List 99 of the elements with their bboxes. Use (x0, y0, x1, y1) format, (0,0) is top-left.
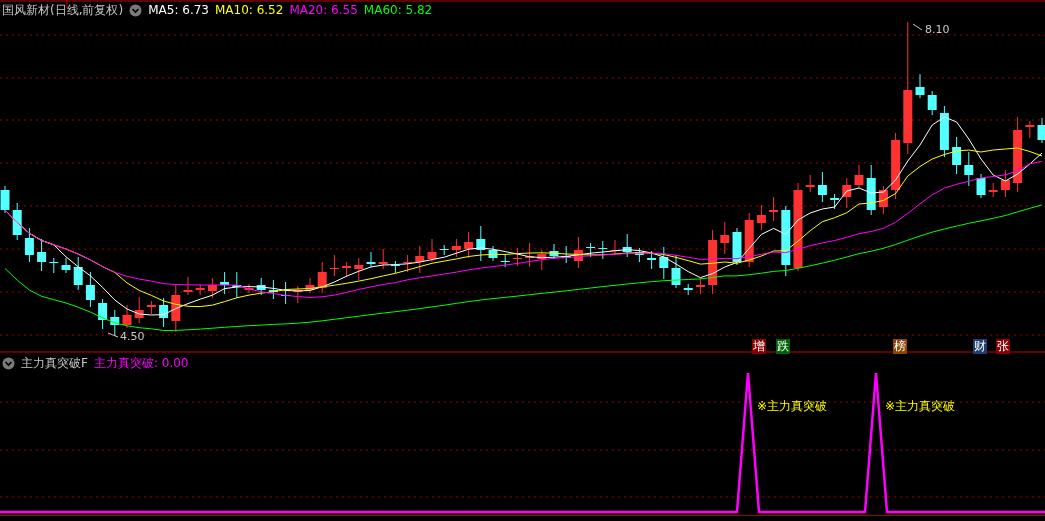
candlestick (817, 171, 827, 203)
moving-average-legend: MA20: 6.55 (289, 3, 358, 17)
candlestick (756, 204, 766, 231)
candlestick (403, 254, 413, 273)
candlestick (683, 283, 693, 296)
candlestick (952, 136, 962, 175)
candlestick (537, 249, 547, 271)
candlestick (830, 193, 840, 210)
signal-label: ※主力真突破 (757, 399, 828, 414)
candlestick (488, 245, 498, 262)
dropdown-icon[interactable] (129, 4, 142, 16)
candlestick (659, 246, 669, 280)
candlestick (805, 174, 815, 193)
candlestick (268, 279, 278, 300)
candlestick (622, 233, 632, 258)
candlestick (476, 225, 486, 262)
candlestick (671, 254, 681, 289)
candlestick (891, 132, 901, 200)
candlestick (939, 105, 949, 158)
candlestick (305, 277, 315, 294)
candlestick (98, 298, 108, 330)
candlestick (1025, 120, 1035, 139)
candlestick (378, 248, 388, 270)
candlestick (183, 276, 193, 296)
candlestick (110, 309, 120, 337)
candlestick (720, 221, 730, 255)
candlestick (134, 296, 144, 324)
candlestick (85, 271, 95, 308)
candlestick (415, 245, 425, 274)
candlestick (878, 185, 888, 215)
candlestick (317, 261, 327, 294)
candlestick (1000, 169, 1010, 198)
candlestick (549, 243, 559, 260)
candlestick (24, 227, 34, 263)
candlestick (634, 247, 644, 263)
indicator-title: 主力真突破F (21, 356, 88, 370)
candlestick (976, 173, 986, 199)
moving-average-legend: MA60: 5.82 (363, 3, 433, 17)
candlestick (12, 202, 22, 241)
candlestick (915, 73, 925, 99)
candlestick (232, 271, 242, 299)
candlestick (390, 260, 400, 274)
indicator-reading: 主力真突破: 0.00 (93, 356, 189, 370)
price-label: 4.50 (120, 331, 145, 343)
candlestick (695, 277, 705, 295)
candlestick (927, 90, 937, 116)
event-tag[interactable]: 增 (752, 339, 766, 354)
candlestick (988, 182, 998, 198)
event-tag[interactable]: 张 (996, 339, 1010, 354)
candlestick (244, 283, 254, 294)
candlestick (329, 254, 339, 277)
price-label: 8.10 (925, 24, 950, 36)
dropdown-icon[interactable] (2, 357, 15, 369)
candlestick (769, 196, 779, 222)
candlestick (439, 244, 449, 256)
moving-average-legend: MA5: 6.73 (148, 3, 209, 17)
candlestick (512, 247, 522, 267)
candlestick (744, 212, 754, 268)
candlestick (256, 277, 266, 296)
stock-title: 国风新材(日线,前复权) (2, 3, 124, 17)
event-tag[interactable]: 榜 (893, 339, 907, 354)
candlestick (573, 236, 583, 269)
candlestick (500, 253, 510, 268)
candlestick (61, 257, 71, 274)
candlestick (1037, 117, 1045, 144)
candlestick (37, 238, 47, 272)
candlestick (598, 240, 608, 260)
event-tag[interactable]: 跌 (776, 339, 790, 354)
candlestick (842, 177, 852, 209)
candlestick (732, 227, 742, 266)
candlestick (342, 261, 352, 278)
leader-line (107, 332, 119, 338)
candlestick (207, 277, 217, 299)
candlestick (195, 283, 205, 296)
candlestick (366, 251, 376, 268)
candlestick (146, 300, 156, 315)
candlestick (781, 205, 791, 277)
candlestick (464, 231, 474, 259)
candlestick (866, 164, 876, 216)
leader-line (912, 23, 923, 31)
candlestick (159, 297, 169, 328)
candlestick (586, 242, 596, 258)
candlestick (122, 304, 132, 329)
signal-label: ※主力真突破 (885, 399, 956, 414)
candlestick (49, 257, 59, 274)
candlestick (708, 229, 718, 295)
candlestick (171, 284, 181, 333)
candlestick (354, 257, 364, 281)
candlestick (964, 151, 974, 187)
moving-average-legend: MA10: 6.52 (214, 3, 284, 17)
candlestick (647, 250, 657, 270)
candlestick (73, 256, 83, 291)
candlestick (427, 238, 437, 263)
candlestick (293, 285, 303, 304)
candlestick (451, 238, 461, 258)
candlestick (854, 164, 864, 189)
candlestick (0, 185, 10, 214)
event-tag[interactable]: 财 (973, 339, 987, 354)
candlestick (220, 271, 230, 295)
